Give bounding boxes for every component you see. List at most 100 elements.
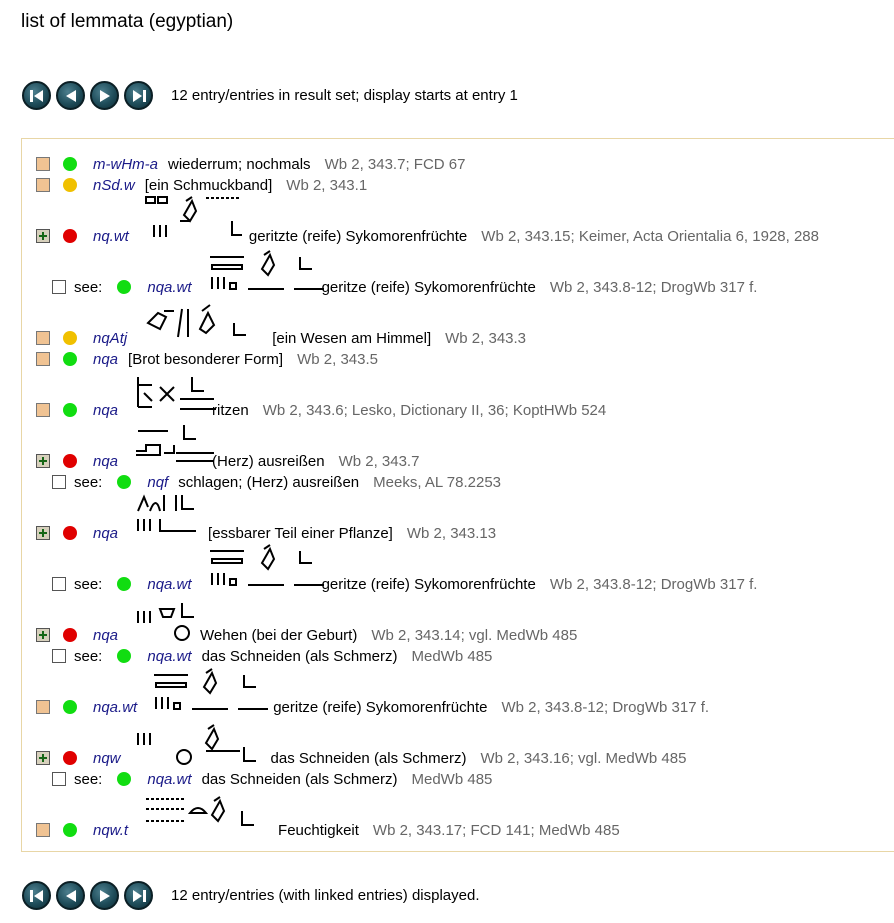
list-item-see: see: nqf schlagen; (Herz) ausreißen Meek… [52, 471, 501, 493]
list-item: m-wHm-a wiederrum; nochmals Wb 2, 343.7;… [36, 153, 465, 175]
reference: Wb 2, 343.6; Lesko, Dictionary II, 36; K… [262, 401, 607, 419]
lemma-link[interactable]: nqa [93, 453, 118, 470]
reference: Wb 2, 343.15; Keimer, Acta Orientalia 6,… [481, 227, 819, 245]
see-label: see: [74, 770, 103, 788]
gloss: wiederrum; nochmals [168, 155, 311, 173]
reference: Wb 2, 343.13 [406, 524, 497, 542]
see-label: see: [74, 278, 103, 296]
gloss: Feuchtigkeit [278, 821, 359, 839]
expand-marker[interactable] [36, 700, 50, 714]
list-item: nqw das Schneiden (als Schmerz) Wb 2, 34… [36, 747, 686, 769]
select-checkbox[interactable] [52, 475, 66, 489]
displayed-count-text: 12 entry/entries (with linked entries) d… [171, 887, 480, 904]
lemma-link[interactable]: m-wHm-a [93, 156, 158, 173]
gloss: ritzen [212, 401, 249, 419]
lemma-link[interactable]: nqa.wt [147, 576, 191, 593]
expand-marker[interactable] [36, 403, 50, 417]
last-page-button[interactable] [124, 881, 153, 910]
reference: Wb 2, 343.8-12; DrogWb 317 f. [501, 698, 710, 716]
lemma-link[interactable]: nqa [93, 627, 118, 644]
gloss: geritze (reife) Sykomorenfrüchte [273, 698, 488, 716]
last-icon [132, 89, 146, 102]
select-checkbox[interactable] [52, 772, 66, 786]
reference: MedWb 485 [411, 770, 493, 788]
lemma-link[interactable]: nqw.t [93, 822, 128, 839]
gloss: das Schneiden (als Schmerz) [270, 749, 467, 767]
first-page-button[interactable] [22, 881, 51, 910]
pagination-bottom: 12 entry/entries (with linked entries) d… [22, 881, 479, 910]
lemma-link[interactable]: nqw [93, 750, 121, 767]
status-dot [63, 751, 77, 765]
list-item-see: see: nqa.wt geritze (reife) Sykomorenfrü… [52, 276, 757, 298]
expand-marker[interactable] [36, 178, 50, 192]
reference: Wb 2, 343.5 [297, 350, 378, 368]
list-item: nqa [essbarer Teil einer Pflanze] Wb 2, … [36, 522, 496, 544]
list-item-see: see: nqa.wt das Schneiden (als Schmerz) … [52, 645, 492, 667]
next-icon [99, 889, 110, 902]
lemma-link[interactable]: nqa [93, 525, 118, 542]
last-page-button[interactable] [124, 81, 153, 110]
previous-page-button[interactable] [56, 881, 85, 910]
lemma-link[interactable]: nqa.wt [147, 279, 191, 296]
expand-marker[interactable] [36, 157, 50, 171]
previous-page-button[interactable] [56, 81, 85, 110]
expand-toggle[interactable] [36, 229, 50, 243]
expand-toggle[interactable] [36, 526, 50, 540]
lemma-link[interactable]: nqf [147, 474, 168, 491]
next-page-button[interactable] [90, 881, 119, 910]
list-item: nqa (Herz) ausreißen Wb 2, 343.7 [36, 450, 419, 472]
expand-marker[interactable] [36, 331, 50, 345]
expand-marker[interactable] [36, 352, 50, 366]
lemma-link[interactable]: nqa.wt [147, 648, 191, 665]
reference: Meeks, AL 78.2253 [373, 473, 502, 491]
list-item-see: see: nqa.wt das Schneiden (als Schmerz) … [52, 768, 492, 790]
lemma-link[interactable]: nSd.w [93, 177, 135, 194]
list-item: nqa [Brot besonderer Form] Wb 2, 343.5 [36, 348, 378, 370]
status-dot [63, 823, 77, 837]
select-checkbox[interactable] [52, 577, 66, 591]
gloss: das Schneiden (als Schmerz) [201, 770, 398, 788]
expand-toggle[interactable] [36, 628, 50, 642]
select-checkbox[interactable] [52, 280, 66, 294]
status-dot [117, 475, 132, 489]
reference: Wb 2, 343.7; FCD 67 [324, 155, 466, 173]
status-dot [117, 649, 132, 663]
lemma-link[interactable]: nq.wt [93, 228, 129, 245]
lemma-link[interactable]: nqa.wt [93, 699, 137, 716]
reference: Wb 2, 343.8-12; DrogWb 317 f. [549, 575, 758, 593]
status-dot [63, 454, 77, 468]
lemma-link[interactable]: nqAtj [93, 330, 127, 347]
lemma-link[interactable]: nqa [93, 402, 118, 419]
list-item: nqAtj [ein Wesen am Himmel] Wb 2, 343.3 [36, 327, 526, 349]
status-dot [63, 526, 77, 540]
gloss: Wehen (bei der Geburt) [200, 626, 358, 644]
see-label: see: [74, 647, 103, 665]
list-item-see: see: nqa.wt geritze (reife) Sykomorenfrü… [52, 573, 757, 595]
expand-toggle[interactable] [36, 751, 50, 765]
lemma-link[interactable]: nqa [93, 351, 118, 368]
expand-marker[interactable] [36, 823, 50, 837]
status-dot [63, 331, 77, 345]
gloss: [ein Schmuckband] [144, 176, 273, 194]
gloss: [ein Wesen am Himmel] [272, 329, 432, 347]
first-icon [29, 889, 43, 902]
gloss: das Schneiden (als Schmerz) [201, 647, 398, 665]
next-page-button[interactable] [90, 81, 119, 110]
see-label: see: [74, 575, 103, 593]
reference: MedWb 485 [411, 647, 493, 665]
result-count-text: 12 entry/entries in result set; display … [171, 87, 518, 104]
list-item: nqa ritzen Wb 2, 343.6; Lesko, Dictionar… [36, 399, 606, 421]
status-dot [117, 280, 132, 294]
status-dot [63, 403, 77, 417]
status-dot [63, 229, 77, 243]
select-checkbox[interactable] [52, 649, 66, 663]
lemma-link[interactable]: nqa.wt [147, 771, 191, 788]
reference: Wb 2, 343.14; vgl. MedWb 485 [371, 626, 578, 644]
reference: Wb 2, 343.7 [338, 452, 420, 470]
status-dot [63, 157, 77, 171]
reference: Wb 2, 343.3 [445, 329, 527, 347]
gloss: geritzte (reife) Sykomorenfrüchte [248, 227, 468, 245]
reference: Wb 2, 343.17; FCD 141; MedWb 485 [372, 821, 620, 839]
expand-toggle[interactable] [36, 454, 50, 468]
first-page-button[interactable] [22, 81, 51, 110]
